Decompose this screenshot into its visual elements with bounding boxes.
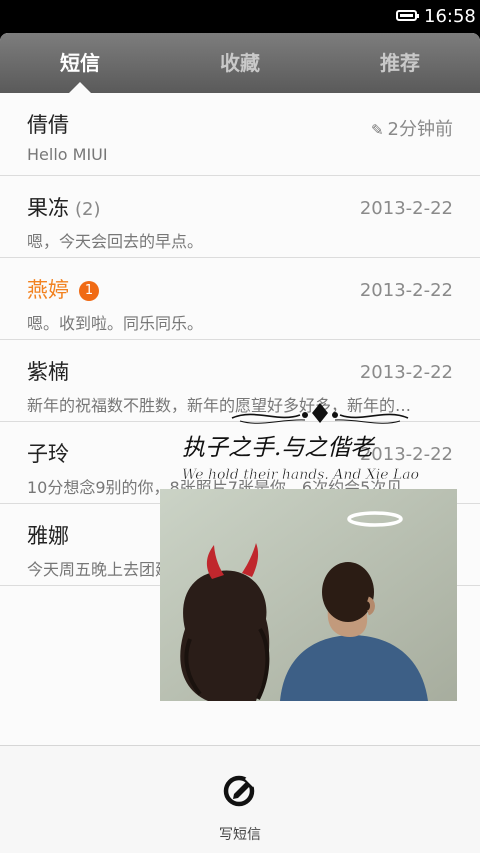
message-time: 2013-2-22 xyxy=(359,280,453,301)
message-preview: 嗯。收到啦。同乐同乐。 xyxy=(27,314,204,333)
message-preview: 嗯，今天会回去的早点。 xyxy=(27,232,204,251)
unread-badge: 1 xyxy=(79,281,99,301)
message-time: 2013-2-22 xyxy=(359,444,453,465)
contact-name: 果冻 xyxy=(27,196,69,220)
message-time: ✎ 2分钟前 xyxy=(371,115,453,141)
contact-name: 紫楠 xyxy=(27,360,69,384)
tab-recommend[interactable]: 推荐 xyxy=(320,33,480,93)
conversation-row[interactable]: 倩倩 ✎ 2分钟前 Hello MIUI xyxy=(0,93,480,176)
bottom-action-bar: 写短信 xyxy=(0,745,480,853)
messages-app: 短信 收藏 推荐 倩倩 ✎ 2分钟前 Hello MIUI 果冻 (2) 2013-… xyxy=(0,33,480,853)
status-bar: 16:58 xyxy=(0,0,480,33)
contact-name-wrap: 果冻 (2) xyxy=(27,192,101,222)
conversation-row[interactable]: 燕婷 1 2013-2-22 嗯。收到啦。同乐同乐。 xyxy=(0,258,480,340)
status-clock: 16:58 xyxy=(424,6,476,27)
compose-label[interactable]: 写短信 xyxy=(0,824,480,844)
conversation-row[interactable]: 紫楠 2013-2-22 新年的祝福数不胜数，新年的愿望好多好多，新年的… xyxy=(0,340,480,422)
message-time: 2013-2-22 xyxy=(359,198,453,219)
contact-name: 倩倩 xyxy=(27,113,69,137)
tab-bar: 短信 收藏 推荐 xyxy=(0,33,480,93)
contact-name: 子玲 xyxy=(27,442,69,466)
message-count: (2) xyxy=(75,199,101,220)
battery-icon xyxy=(396,10,419,21)
contact-name-wrap: 燕婷 1 xyxy=(27,274,99,304)
compose-icon[interactable] xyxy=(222,774,256,808)
message-time: 2013-2-22 xyxy=(359,362,453,383)
tab-favorites[interactable]: 收藏 xyxy=(160,33,320,93)
conversation-row[interactable]: 果冻 (2) 2013-2-22 嗯，今天会回去的早点。 xyxy=(0,176,480,258)
message-time-text: 2分钟前 xyxy=(387,119,453,140)
contact-name: 雅娜 xyxy=(27,524,69,548)
message-preview: 新年的祝福数不胜数，新年的愿望好多好多，新年的… xyxy=(27,396,412,415)
couple-photo xyxy=(160,489,457,701)
draft-pencil-icon: ✎ xyxy=(370,121,384,139)
active-tab-indicator xyxy=(69,82,91,93)
contact-name: 燕婷 xyxy=(27,278,69,302)
message-preview: Hello MIUI xyxy=(27,145,108,164)
